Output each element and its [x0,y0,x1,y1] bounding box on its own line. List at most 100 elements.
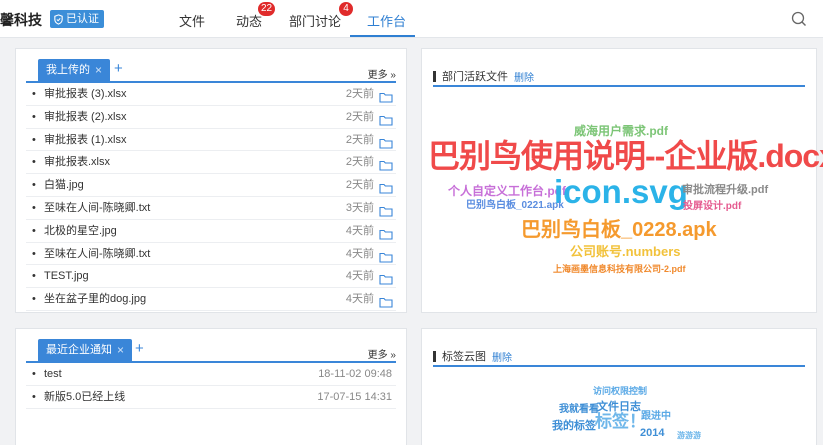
upload-time: 2天前 [345,110,374,123]
tag-cloud-item[interactable]: 标签！ [595,413,646,430]
folder-icon[interactable] [379,135,393,149]
activity-count-badge: 22 [258,2,276,16]
discussion-count-badge: 4 [339,2,353,16]
tab-company-notices-label: 最近企业通知 [46,344,112,356]
add-tab-icon[interactable]: + [114,61,123,77]
upload-time: 4天前 [345,224,374,237]
file-name[interactable]: 白猫.jpg [44,174,84,196]
bullet-marker: • [32,390,36,403]
folder-icon[interactable] [379,112,393,126]
nav-files[interactable]: 文件 [179,11,205,30]
file-name[interactable]: 北极的星空.jpg [44,220,117,242]
upload-time: 2天前 [345,156,374,169]
upload-time: 3天前 [345,201,374,214]
close-icon[interactable]: × [95,59,102,81]
file-row[interactable]: • 坐在盆子里的dog.jpg 4天前 [26,288,396,311]
upload-time: 2天前 [345,133,374,146]
tag-cloud-item[interactable]: 我的标签 [552,421,596,432]
folder-icon[interactable] [379,271,393,285]
active-files-divider [433,85,805,87]
word-cloud-item[interactable]: 巴别鸟使用说明--企业版.docx [428,140,823,172]
file-name[interactable]: 坐在盆子里的dog.jpg [44,288,146,310]
tag-cloud-item[interactable]: 2014 [640,428,664,439]
tag-cloud-title: 标签云图 [442,351,486,363]
active-files-title: 部门活跃文件 [442,71,508,83]
tab-company-notices[interactable]: 最近企业通知 × [38,339,133,361]
company-name: 馨科技 [0,12,42,28]
uploads-more-link[interactable]: 更多 » [368,66,396,81]
bullet-marker: • [32,247,36,260]
notice-row[interactable]: • test 18-11-02 09:48 [26,363,396,386]
folder-icon[interactable] [379,203,393,217]
nav-workbench[interactable]: 工作台 [367,11,406,30]
word-cloud-item[interactable]: 巴别鸟白板_0221.apk [466,201,564,211]
file-name[interactable]: TEST.jpg [44,265,89,287]
certified-badge[interactable]: 已认证 [50,10,104,28]
folder-icon[interactable] [379,294,393,308]
add-tab-icon[interactable]: + [135,341,144,357]
file-name[interactable]: 审批报表 (2).xlsx [44,106,127,128]
bullet-marker: • [32,133,36,146]
certified-label: 已认证 [66,13,99,25]
word-cloud-item[interactable]: 上海画墨信息科技有限公司-2.pdf [553,265,686,274]
tag-cloud-header: 标签云图 删除 [433,348,512,364]
word-cloud-item[interactable]: 投屏设计.pdf [683,202,741,212]
tag-cloud-item[interactable]: 游游游 [677,432,701,440]
folder-icon[interactable] [379,249,393,263]
close-icon[interactable]: × [117,339,124,361]
file-name[interactable]: 审批报表 (1).xlsx [44,129,127,151]
word-cloud-item[interactable]: 审批流程升级.pdf [682,185,768,196]
upload-time: 2天前 [345,88,374,100]
file-name[interactable]: 至味在人间-陈晓卿.txt [44,243,150,265]
title-marker [433,70,436,82]
notices-more-link[interactable]: 更多 » [368,346,396,361]
notices-panel-header: 最近企业通知 × + 更多 » [16,329,406,363]
bullet-marker: • [32,88,36,100]
file-row[interactable]: • 审批报表 (2).xlsx 2天前 [26,106,396,129]
file-row[interactable]: • 审批报表 (1).xlsx 2天前 [26,129,396,152]
upload-time: 4天前 [345,270,374,283]
word-cloud-item[interactable]: 公司账号.numbers [570,245,681,258]
folder-icon[interactable] [379,226,393,240]
file-row[interactable]: • 至味在人间-陈晓卿.txt 3天前 [26,197,396,220]
word-cloud-item[interactable]: 威海用户需求.pdf [574,125,668,137]
upload-time: 4天前 [345,247,374,260]
file-row[interactable]: • 至味在人间-陈晓卿.txt 4天前 [26,243,396,266]
search-button[interactable] [789,9,809,29]
file-row[interactable]: • 北极的星空.jpg 4天前 [26,220,396,243]
nav-department-discussion-label: 部门讨论 [289,14,342,29]
active-files-header: 部门活跃文件 删除 [433,68,534,84]
file-name[interactable]: 审批报表 (3).xlsx [44,83,127,105]
folder-icon[interactable] [379,180,393,194]
file-name[interactable]: 审批报表.xlsx [44,151,110,173]
word-cloud-item[interactable]: icon.svg [554,175,688,208]
file-row[interactable]: • TEST.jpg 4天前 [26,265,396,289]
file-row[interactable]: • 白猫.jpg 2天前 [26,174,396,197]
folder-icon[interactable] [379,89,393,103]
tag-cloud-delete-link[interactable]: 删除 [492,349,512,364]
file-row[interactable]: • 审批报表.xlsx 2天前 [26,151,396,175]
notice-title[interactable]: 新版5.0已经上线 [44,386,125,408]
search-icon [791,11,806,26]
word-cloud-item[interactable]: 巴别鸟白板_0228.apk [521,220,717,240]
notice-time: 18-11-02 09:48 [318,368,392,380]
tag-cloud-item[interactable]: 我就看看 [559,405,599,415]
file-row[interactable]: • 审批报表 (3).xlsx 2天前 [26,83,396,106]
nav-files-label: 文件 [179,14,206,29]
file-name[interactable]: 至味在人间-陈晓卿.txt [44,197,150,219]
active-files-delete-link[interactable]: 删除 [514,69,534,84]
tab-my-uploads[interactable]: 我上传的 × [38,59,111,81]
notice-row[interactable]: • 新版5.0已经上线 17-07-15 14:31 [26,386,396,409]
upload-time: 4天前 [345,293,374,306]
tag-cloud-panel: 标签云图 删除 访问权限控制 我就看看 文件日志 跟进中 我的标签 标签！ 20… [421,328,817,445]
tag-cloud-item[interactable]: 访问权限控制 [593,387,647,396]
active-tab-indicator [350,35,415,37]
uploads-panel-header: 我上传的 × + 更多 » [16,49,406,83]
bullet-marker: • [32,156,36,169]
nav-department-discussion[interactable]: 部门讨论 4 [289,2,353,30]
my-uploads-panel: 我上传的 × + 更多 » • 审批报表 (3).xlsx 2天前 • 审批报表 (2)… [15,48,407,313]
nav-activity[interactable]: 动态 22 [236,2,276,30]
folder-icon[interactable] [379,157,393,171]
notice-title[interactable]: test [44,363,62,385]
word-cloud-item[interactable]: 个人自定义工作台.pdf [448,185,566,197]
